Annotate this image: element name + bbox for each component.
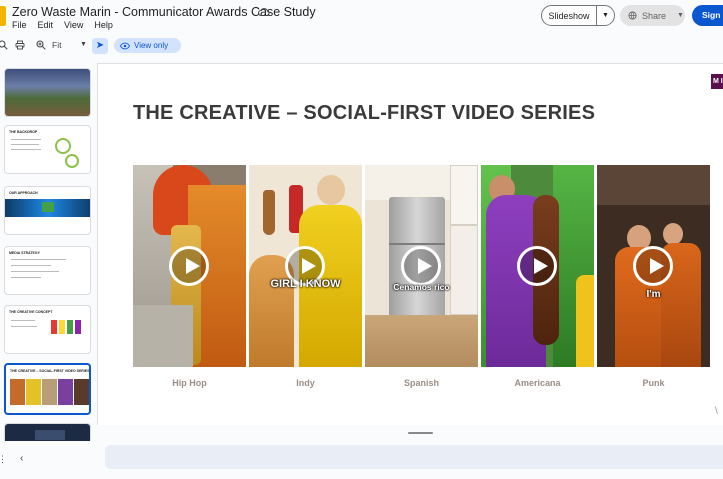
video-thumbnail-hip-hop[interactable]: [133, 165, 246, 367]
share-label: Share: [642, 10, 667, 21]
slide-thumbnail-3[interactable]: OUR APPROACH: [4, 186, 91, 235]
speaker-notes-bar[interactable]: [105, 445, 723, 469]
brand-badge: M I: [711, 74, 723, 89]
video-caption: Hip Hop: [172, 378, 207, 388]
view-only-label: View only: [134, 41, 169, 50]
video-caption: Indy: [296, 378, 315, 388]
slides-logo-icon[interactable]: [0, 6, 6, 26]
view-only-chip[interactable]: View only: [114, 38, 181, 53]
play-icon[interactable]: [633, 246, 673, 286]
play-icon[interactable]: [169, 246, 209, 286]
video-overlay-text: GIRL I KNOW: [270, 278, 341, 290]
share-button[interactable]: Share ▼: [620, 5, 685, 26]
slideshow-dropdown-icon[interactable]: ▼: [597, 12, 614, 19]
slide-filmstrip: THE BACKDROP OUR APPROACH MEDIA STRATEGY…: [0, 62, 96, 441]
chevron-icon: \: [715, 406, 718, 417]
video-caption: Americana: [514, 378, 561, 388]
thumbnail-image: [5, 69, 90, 116]
menu-view[interactable]: View: [64, 20, 83, 30]
zoom-icon[interactable]: [36, 40, 46, 50]
video-thumbnail-americana[interactable]: [481, 165, 594, 367]
grid-view-icon[interactable]: ⋮: [0, 454, 7, 465]
video-thumbnail-indy[interactable]: GIRL I KNOW: [249, 165, 362, 367]
document-title[interactable]: Zero Waste Marin - Communicator Awards C…: [12, 5, 316, 19]
slide-title: THE CREATIVE – SOCIAL-FIRST VIDEO SERIES: [133, 102, 596, 124]
thumbnail-title: THE BACKDROP: [9, 130, 38, 134]
video-caption: Spanish: [403, 378, 439, 388]
zoom-select[interactable]: Fit: [52, 40, 61, 50]
menu-file[interactable]: File: [12, 20, 27, 30]
video-thumbnail-spanish[interactable]: Cenamos rico: [365, 165, 478, 367]
slide-thumbnail-7[interactable]: [4, 423, 91, 441]
notes-resize-handle[interactable]: [408, 432, 433, 434]
thumbnail-title: MEDIA STRATEGY: [9, 251, 40, 255]
menu-bar: File Edit View Help: [12, 20, 113, 30]
eye-icon: [120, 42, 130, 49]
thumbnail-title: THE CREATIVE CONCEPT: [9, 310, 53, 314]
thumbnail-title: OUR APPROACH: [9, 191, 38, 195]
menu-help[interactable]: Help: [94, 20, 113, 30]
print-icon[interactable]: [15, 40, 25, 50]
zoom-dropdown-icon[interactable]: ▼: [80, 41, 87, 48]
slide-thumbnail-5[interactable]: THE CREATIVE CONCEPT: [4, 305, 91, 354]
slide-thumbnail-4[interactable]: MEDIA STRATEGY: [4, 246, 91, 295]
thumbnail-title: THE CREATIVE – SOCIAL-FIRST VIDEO SERIES: [10, 369, 90, 373]
video-overlay-text: Cenamos rico: [393, 282, 450, 292]
globe-icon: [628, 11, 637, 20]
slideshow-label[interactable]: Slideshow: [542, 6, 597, 25]
play-icon[interactable]: [517, 246, 557, 286]
video-thumbnail-punk[interactable]: I'm: [597, 165, 710, 367]
search-icon[interactable]: [0, 40, 8, 50]
slideshow-button[interactable]: Slideshow ▼: [541, 5, 615, 26]
video-caption: Punk: [642, 378, 665, 388]
play-icon[interactable]: [401, 246, 441, 286]
sign-in-button[interactable]: Sign in: [692, 5, 723, 26]
cloud-status-icon[interactable]: [258, 7, 270, 17]
collapse-filmstrip-icon[interactable]: ‹: [20, 453, 23, 464]
top-bar: Zero Waste Marin - Communicator Awards C…: [0, 0, 723, 34]
slide-thumbnail-2[interactable]: THE BACKDROP: [4, 125, 91, 174]
menu-edit[interactable]: Edit: [38, 20, 54, 30]
slide-canvas: THE CREATIVE – SOCIAL-FIRST VIDEO SERIES…: [97, 63, 723, 425]
share-dropdown-icon[interactable]: ▼: [677, 12, 684, 19]
video-overlay-text: I'm: [646, 289, 661, 300]
toolbar: [0, 36, 723, 56]
slide-thumbnail-6[interactable]: THE CREATIVE – SOCIAL-FIRST VIDEO SERIES: [4, 363, 91, 415]
select-cursor-icon[interactable]: ➤: [92, 38, 108, 54]
slide-thumbnail-1[interactable]: [4, 68, 91, 117]
